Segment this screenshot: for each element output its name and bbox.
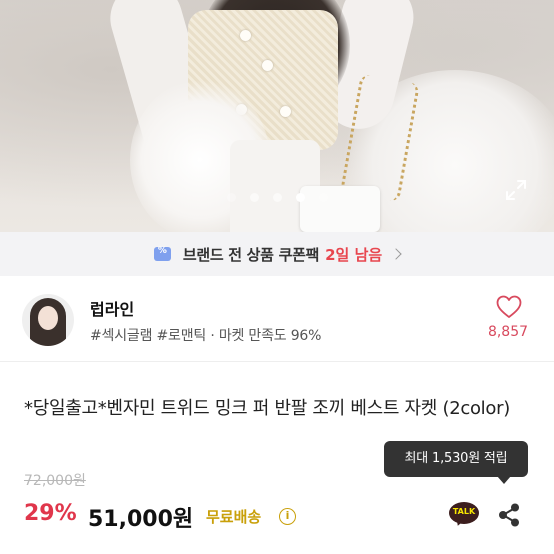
gallery-pagination: [0, 193, 554, 203]
pagination-dot[interactable]: [272, 193, 282, 202]
product-title: *당일출고*벤자민 트위드 밍크 퍼 반팔 조끼 베스트 자켓 (2color): [24, 398, 510, 419]
tooltip-text: 최대 1,530원 적립: [404, 451, 508, 466]
coupon-remaining-days: 2일 남음: [325, 245, 383, 264]
heart-icon[interactable]: [496, 295, 522, 319]
points-tooltip: 최대 1,530원 적립: [384, 441, 528, 484]
pagination-dot[interactable]: [249, 193, 259, 202]
expand-icon[interactable]: [504, 178, 528, 202]
image-detail: [262, 60, 273, 71]
talk-label: TALK: [452, 507, 476, 516]
coupon-banner-text: 브랜드 전 상품 쿠폰팩: [182, 245, 320, 264]
store-name[interactable]: 럽라인: [90, 296, 134, 320]
pagination-dot[interactable]: [318, 193, 328, 202]
info-icon[interactable]: i: [279, 508, 296, 525]
share-icon[interactable]: [494, 500, 524, 530]
coupon-icon: %: [153, 246, 171, 261]
discount-rate: 29%: [24, 501, 77, 526]
free-shipping-label: 무료배송: [206, 508, 262, 526]
store-tags: #섹시글램 #로맨틱 · 마켓 만족도 96%: [90, 328, 322, 344]
coupon-banner[interactable]: % 브랜드 전 상품 쿠폰팩 2일 남음: [0, 232, 554, 276]
store-avatar[interactable]: [22, 294, 74, 346]
kakao-talk-button[interactable]: TALK: [449, 502, 479, 528]
sale-price: 51,000원: [88, 507, 194, 532]
pagination-dot-active[interactable]: [295, 193, 305, 202]
original-price: 72,000원: [24, 473, 86, 489]
product-image[interactable]: [0, 0, 554, 232]
chevron-right-icon: [390, 248, 402, 260]
pagination-dot[interactable]: [226, 193, 236, 202]
like-count: 8,857: [487, 324, 529, 340]
store-info-row[interactable]: 럽라인 #섹시글램 #로맨틱 · 마켓 만족도 96% 8,857: [0, 276, 554, 362]
image-detail: [240, 30, 251, 41]
image-detail: [280, 106, 291, 117]
